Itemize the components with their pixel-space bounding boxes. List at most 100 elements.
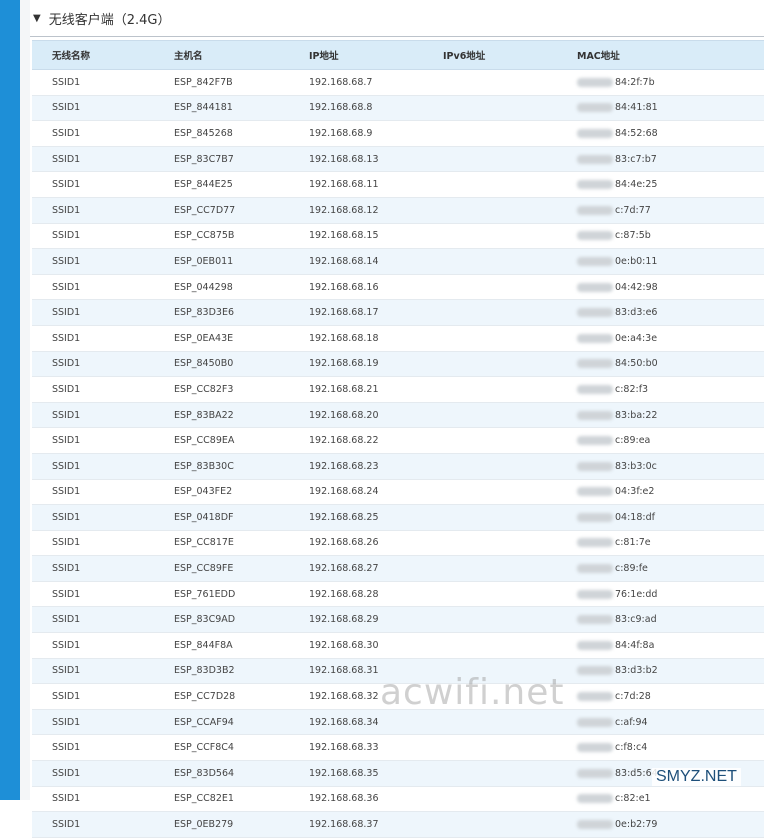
mac-redaction-blur bbox=[577, 487, 613, 497]
mac-visible-part: c:7d:28 bbox=[615, 691, 651, 703]
cell-mac: c:af:94 bbox=[577, 717, 648, 728]
cell-hostname: ESP_0EB011 bbox=[174, 255, 234, 267]
mac-visible-part: 83:b3:0c bbox=[615, 460, 657, 472]
cell-hostname: ESP_83C7B7 bbox=[174, 153, 234, 165]
sidebar-gap bbox=[20, 0, 30, 800]
cell-ip: 192.168.68.21 bbox=[309, 383, 379, 395]
table-row[interactable]: SSID1 ESP_761EDD 192.168.68.28 76:1e:dd bbox=[32, 581, 764, 608]
triangle-down-icon[interactable]: ▼ bbox=[33, 13, 41, 24]
cell-hostname: ESP_CCF8C4 bbox=[174, 742, 234, 754]
cell-mac: 83:ba:22 bbox=[577, 410, 657, 421]
mac-visible-part: 0e:a4:3e bbox=[615, 332, 658, 344]
table-row[interactable]: SSID1 ESP_842F7B 192.168.68.7 84:2f:7b bbox=[32, 70, 764, 96]
cell-ip: 192.168.68.15 bbox=[309, 230, 379, 242]
mac-visible-part: c:87:5b bbox=[615, 230, 651, 242]
table-row[interactable]: SSID1 ESP_CC89FE 192.168.68.27 c:89:fe bbox=[32, 556, 764, 582]
mac-redaction-blur bbox=[577, 615, 613, 625]
table-row[interactable]: SSID1 ESP_CC82E1 192.168.68.36 c:82:e1 bbox=[32, 786, 764, 813]
cell-hostname: ESP_844E25 bbox=[174, 179, 233, 191]
table-row[interactable]: SSID1 ESP_844181 192.168.68.8 84:41:81 bbox=[32, 95, 764, 122]
table-row[interactable]: SSID1 ESP_0418DF 192.168.68.25 04:18:df bbox=[32, 505, 764, 531]
mac-redaction-blur bbox=[577, 717, 613, 727]
mac-visible-part: 0e:b2:79 bbox=[615, 819, 658, 831]
table-row[interactable]: SSID1 ESP_CC875B 192.168.68.15 c:87:5b bbox=[32, 223, 764, 250]
table-row[interactable]: SSID1 ESP_844F8A 192.168.68.30 84:4f:8a bbox=[32, 633, 764, 659]
table-row[interactable]: SSID1 ESP_845268 192.168.68.9 84:52:68 bbox=[32, 121, 764, 147]
table-body: SSID1 ESP_842F7B 192.168.68.7 84:2f:7b SSID1… bbox=[32, 70, 764, 838]
mac-visible-part: 84:4f:8a bbox=[615, 639, 655, 651]
table-row[interactable]: SSID1 ESP_CC817E 192.168.68.26 c:81:7e bbox=[32, 530, 764, 557]
mac-redaction-blur bbox=[577, 256, 613, 266]
cell-mac: 84:41:81 bbox=[577, 102, 658, 113]
cell-ssid: SSID1 bbox=[52, 639, 81, 651]
cell-ip: 192.168.68.32 bbox=[309, 691, 379, 703]
cell-hostname: ESP_0EB279 bbox=[174, 819, 234, 831]
cell-hostname: ESP_845268 bbox=[174, 127, 233, 139]
cell-mac: c:89:ea bbox=[577, 435, 650, 446]
table-row[interactable]: SSID1 ESP_CC82F3 192.168.68.21 c:82:f3 bbox=[32, 377, 764, 403]
cell-mac: 84:4f:8a bbox=[577, 640, 654, 651]
cell-ssid: SSID1 bbox=[52, 102, 81, 114]
cell-ssid: SSID1 bbox=[52, 716, 81, 728]
mac-visible-part: c:82:e1 bbox=[615, 793, 651, 805]
cell-ssid: SSID1 bbox=[52, 665, 81, 677]
table-row[interactable]: SSID1 ESP_0EA43E 192.168.68.18 0e:a4:3e bbox=[32, 325, 764, 352]
column-header-ipv6[interactable]: IPv6地址 bbox=[443, 48, 485, 62]
mac-redaction-blur bbox=[577, 77, 613, 87]
table-row[interactable]: SSID1 ESP_CC7D77 192.168.68.12 c:7d:77 bbox=[32, 197, 764, 224]
cell-ip: 192.168.68.16 bbox=[309, 281, 379, 293]
cell-hostname: ESP_83B30C bbox=[174, 460, 234, 472]
mac-redaction-blur bbox=[577, 154, 613, 164]
table-row[interactable]: SSID1 ESP_CCAF94 192.168.68.34 c:af:94 bbox=[32, 709, 764, 736]
cell-hostname: ESP_83D564 bbox=[174, 767, 235, 779]
table-row[interactable]: SSID1 ESP_043FE2 192.168.68.24 04:3f:e2 bbox=[32, 479, 764, 506]
cell-ssid: SSID1 bbox=[52, 230, 81, 242]
cell-mac: c:89:fe bbox=[577, 563, 648, 574]
column-header-mac[interactable]: MAC地址 bbox=[577, 48, 620, 62]
column-header-ip[interactable]: IP地址 bbox=[309, 48, 339, 62]
table-row[interactable]: SSID1 ESP_83C7B7 192.168.68.13 83:c7:b7 bbox=[32, 146, 764, 173]
table-row[interactable]: SSID1 ESP_83D3E6 192.168.68.17 83:d3:e6 bbox=[32, 300, 764, 326]
cell-ip: 192.168.68.8 bbox=[309, 102, 373, 114]
mac-redaction-blur bbox=[577, 436, 613, 446]
mac-redaction-blur bbox=[577, 308, 613, 318]
cell-ip: 192.168.68.17 bbox=[309, 307, 379, 319]
table-row[interactable]: SSID1 ESP_844E25 192.168.68.11 84:4e:25 bbox=[32, 172, 764, 198]
mac-redaction-blur bbox=[577, 692, 613, 702]
cell-mac: 04:42:98 bbox=[577, 282, 658, 293]
cell-ip: 192.168.68.26 bbox=[309, 537, 379, 549]
cell-mac: 83:b3:0c bbox=[577, 461, 657, 472]
cell-hostname: ESP_CC817E bbox=[174, 537, 234, 549]
cell-ip: 192.168.68.24 bbox=[309, 486, 379, 498]
cell-ssid: SSID1 bbox=[52, 179, 81, 191]
section-header-wireless-clients[interactable]: ▼ 无线客户端（2.4G） bbox=[30, 0, 764, 37]
cell-hostname: ESP_CC82E1 bbox=[174, 793, 234, 805]
cell-hostname: ESP_83D3B2 bbox=[174, 665, 235, 677]
cell-mac: 04:3f:e2 bbox=[577, 486, 654, 497]
table-row[interactable]: SSID1 ESP_83C9AD 192.168.68.29 83:c9:ad bbox=[32, 607, 764, 634]
cell-ssid: SSID1 bbox=[52, 614, 81, 626]
cell-hostname: ESP_83BA22 bbox=[174, 409, 234, 421]
cell-ssid: SSID1 bbox=[52, 281, 81, 293]
table-row[interactable]: SSID1 ESP_83BA22 192.168.68.20 83:ba:22 bbox=[32, 402, 764, 429]
cell-mac: 84:4e:25 bbox=[577, 179, 657, 190]
table-row[interactable]: SSID1 ESP_8450B0 192.168.68.19 84:50:b0 bbox=[32, 351, 764, 378]
cell-mac: 76:1e:dd bbox=[577, 589, 657, 600]
table-row[interactable]: SSID1 ESP_83B30C 192.168.68.23 83:b3:0c bbox=[32, 453, 764, 480]
table-row[interactable]: SSID1 ESP_CC89EA 192.168.68.22 c:89:ea bbox=[32, 428, 764, 454]
table-row[interactable]: SSID1 ESP_0EB279 192.168.68.37 0e:b2:79 bbox=[32, 812, 764, 838]
table-row[interactable]: SSID1 ESP_044298 192.168.68.16 04:42:98 bbox=[32, 274, 764, 301]
cell-hostname: ESP_83C9AD bbox=[174, 614, 236, 626]
column-header-ssid[interactable]: 无线名称 bbox=[52, 48, 90, 62]
cell-ssid: SSID1 bbox=[52, 153, 81, 165]
cell-mac: 0e:b0:11 bbox=[577, 256, 657, 267]
table-row[interactable]: SSID1 ESP_0EB011 192.168.68.14 0e:b0:11 bbox=[32, 249, 764, 275]
table-row[interactable]: SSID1 ESP_CCF8C4 192.168.68.33 c:f8:c4 bbox=[32, 735, 764, 762]
cell-ssid: SSID1 bbox=[52, 127, 81, 139]
cell-hostname: ESP_842F7B bbox=[174, 76, 233, 88]
cell-ip: 192.168.68.19 bbox=[309, 358, 379, 370]
clients-table: 无线名称 主机名 IP地址 IPv6地址 MAC地址 SSID1 ESP_842F… bbox=[32, 40, 764, 838]
column-header-hostname[interactable]: 主机名 bbox=[174, 48, 203, 62]
cell-hostname: ESP_CC89EA bbox=[174, 435, 235, 447]
cell-ip: 192.168.68.25 bbox=[309, 511, 379, 523]
